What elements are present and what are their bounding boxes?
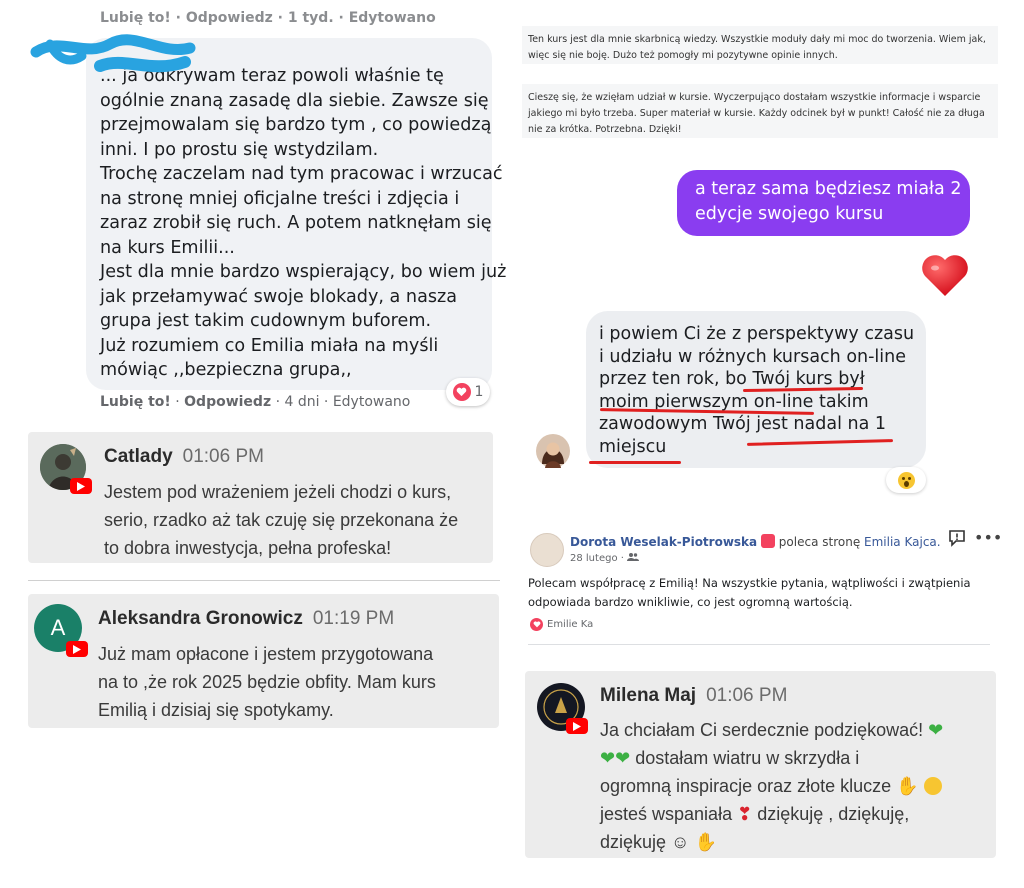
message-line: przez ten rok, bo Twój kurs był <box>599 369 865 389</box>
comment-line: ogromną inspiracje oraz złote klucze ✋ <box>600 772 943 800</box>
comment-line: jak przełamywać swoje blokady, a nasza <box>100 286 458 307</box>
heart-eyes-icon <box>923 777 942 795</box>
comment-line-text: dostałam wiatru w skrzydła i <box>635 748 860 768</box>
comment-meta: · 4 dni · Edytowano <box>275 394 411 410</box>
comment-line: mówiąc ,,bezpieczna grupa,, <box>100 360 352 380</box>
comment-line-text: Ja chciałam Ci serdecznie podziękować! <box>600 720 924 740</box>
commenter-name[interactable]: Milena Maj <box>600 685 696 706</box>
comment-line: Jestem pod wrażeniem jeżeli chodzi o kur… <box>104 482 452 502</box>
reply-link[interactable]: Odpowiedz <box>184 394 271 410</box>
divider <box>28 580 500 581</box>
heart-reaction-icon <box>452 383 471 401</box>
comment-line: Emilią i dzisiaj się spotykamy. <box>98 700 334 720</box>
green-heart-icon: ❤❤ <box>600 748 631 768</box>
post-date: 28 lutego · <box>570 552 640 564</box>
comment-line: inni. I po prostu się wstydzilam. <box>100 139 379 160</box>
commenter-name[interactable]: Catlady <box>104 446 173 467</box>
comment-line: na stronę mniej oficjalne treści i zdjęc… <box>100 188 460 209</box>
date-text[interactable]: 28 lutego · <box>570 553 624 564</box>
comment-line-text: ogromną inspiracje oraz złote klucze <box>600 776 892 796</box>
friends-icon <box>627 553 640 561</box>
like-link[interactable]: Lubię to! <box>100 394 171 410</box>
folded-hands-icon: ✋ <box>694 832 717 852</box>
comment-line: Ja chciałam Ci serdecznie podziękować! ❤ <box>600 716 943 744</box>
comment-line: serio, rzadko aż tak czuję się przekonan… <box>104 510 459 530</box>
youtube-icon <box>566 718 588 734</box>
post-actions: ••• <box>948 528 1002 547</box>
avatar-letter: A <box>50 615 66 640</box>
message-line: edycje swojego kursu <box>695 204 884 224</box>
heart-reaction-icon <box>530 618 543 631</box>
yt-comment-header: Catlady 01:06 PM <box>104 446 264 468</box>
commenter-name[interactable]: Aleksandra Gronowicz <box>98 608 303 629</box>
reaction-count-value: 1 <box>474 384 484 400</box>
comment-line: to dobra inwestycja, pełna profeska! <box>104 538 392 558</box>
recommendation-action: poleca stronę <box>778 535 861 549</box>
comment-time: 01:06 PM <box>182 446 264 467</box>
heart-exclamation-icon: ❣ <box>737 804 753 824</box>
recommendation-text: Polecam współpracę z Emilią! Na wszystki… <box>528 576 971 609</box>
comment-line: Już mam opłacone i jestem przygotowana <box>98 644 434 664</box>
avatar <box>530 533 564 567</box>
message-reaction[interactable] <box>886 467 926 493</box>
youtube-icon <box>70 478 92 494</box>
comment-line: jesteś wspaniała ❣ dziękuję , dziękuję, <box>600 800 943 828</box>
fb-comment-actions: Lubię to! · Odpowiedz · 4 dni · Edytowan… <box>100 394 411 410</box>
comment-line: grupa jest takim cudownym buforem. <box>100 311 432 331</box>
reactor-name: Emilie Ka <box>547 619 594 630</box>
message-line: i powiem Ci że z perspektywy czasu <box>599 324 915 344</box>
comment-line-text: dziękuję , dziękuję, <box>757 804 910 824</box>
review-box: Cieszę się, że wzięłam udział w kursie. … <box>522 84 998 138</box>
green-heart-icon: ❤ <box>928 720 944 740</box>
comment-line: zaraz zrobił się ruch. A potem natknęłam… <box>100 213 492 233</box>
message-line: a teraz sama będziesz miała 2 <box>695 179 962 199</box>
badge-icon <box>760 534 775 548</box>
folded-hands-icon: ✋ <box>896 776 919 796</box>
comment-line: ogólnie znaną zasadę dla siebie. Zawsze … <box>100 90 489 111</box>
wow-reaction-icon <box>897 471 915 489</box>
report-icon[interactable] <box>948 529 966 547</box>
comment-line: ❤❤ dostałam wiatru w skrzydła i <box>600 744 943 772</box>
comment-line-text: dziękuję ☺ <box>600 832 690 852</box>
comment-line: przejmowalam się bardzo tym , co powiedz… <box>100 115 492 135</box>
author-name[interactable]: Dorota Weselak-Piotrowska <box>570 535 757 549</box>
heart-emoji-icon <box>922 255 968 296</box>
page-link[interactable]: Emilia Kajca. <box>864 535 941 549</box>
yt-comment-header: Milena Maj 01:06 PM <box>600 685 787 707</box>
sent-message-bubble: a teraz sama będziesz miała 2 edycje swo… <box>677 170 970 236</box>
yt-comment-text: Jestem pod wrażeniem jeżeli chodzi o kur… <box>104 478 458 562</box>
comment-time: 01:06 PM <box>706 685 788 706</box>
message-line: i udziału w różnych kursach on-line <box>599 346 907 367</box>
redaction-scribble <box>30 34 196 73</box>
previous-comment-actions: Lubię to! · Odpowiedz · 1 tyd. · Edytowa… <box>100 10 436 26</box>
avatar <box>536 434 570 468</box>
comment-line: Jest dla mnie bardzo wspierający, bo wie… <box>100 262 507 282</box>
more-options-icon[interactable]: ••• <box>974 528 1002 547</box>
comment-line: Już rozumiem co Emilia miała na myśli <box>100 335 439 356</box>
review-box: Ten kurs jest dla mnie skarbnicą wiedzy.… <box>522 26 998 64</box>
comment-line: na kurs Emilii... <box>100 237 235 258</box>
recommendation-header: Dorota Weselak-Piotrowska poleca stronę … <box>570 534 941 549</box>
yt-comment-header: Aleksandra Gronowicz 01:19 PM <box>98 608 394 630</box>
youtube-icon <box>66 641 88 657</box>
divider <box>528 644 990 645</box>
comment-line: Trochę zaczelam nad tym pracowac i wrzuc… <box>100 164 503 184</box>
comment-line-text: jesteś wspaniała <box>600 804 733 824</box>
comment-time: 01:19 PM <box>312 608 395 629</box>
comment-line: dziękuję ☺ ✋ <box>600 828 943 856</box>
reaction-count[interactable]: 1 <box>446 378 490 406</box>
message-line: zawodowym Twój jest nadal na 1 <box>599 414 887 434</box>
comment-line: na to ,że rok 2025 będzie obfity. Mam ku… <box>98 672 436 692</box>
highlight-underline <box>589 461 681 464</box>
yt-comment-text: Już mam opłacone i jestem przygotowana n… <box>98 640 436 724</box>
fb-comment-text: ... ja odkrywam teraz powoli właśnie tę … <box>100 64 507 383</box>
yt-comment-text: Ja chciałam Ci serdecznie podziękować! ❤… <box>600 716 943 856</box>
post-reactions[interactable]: Emilie Ka <box>530 618 593 631</box>
